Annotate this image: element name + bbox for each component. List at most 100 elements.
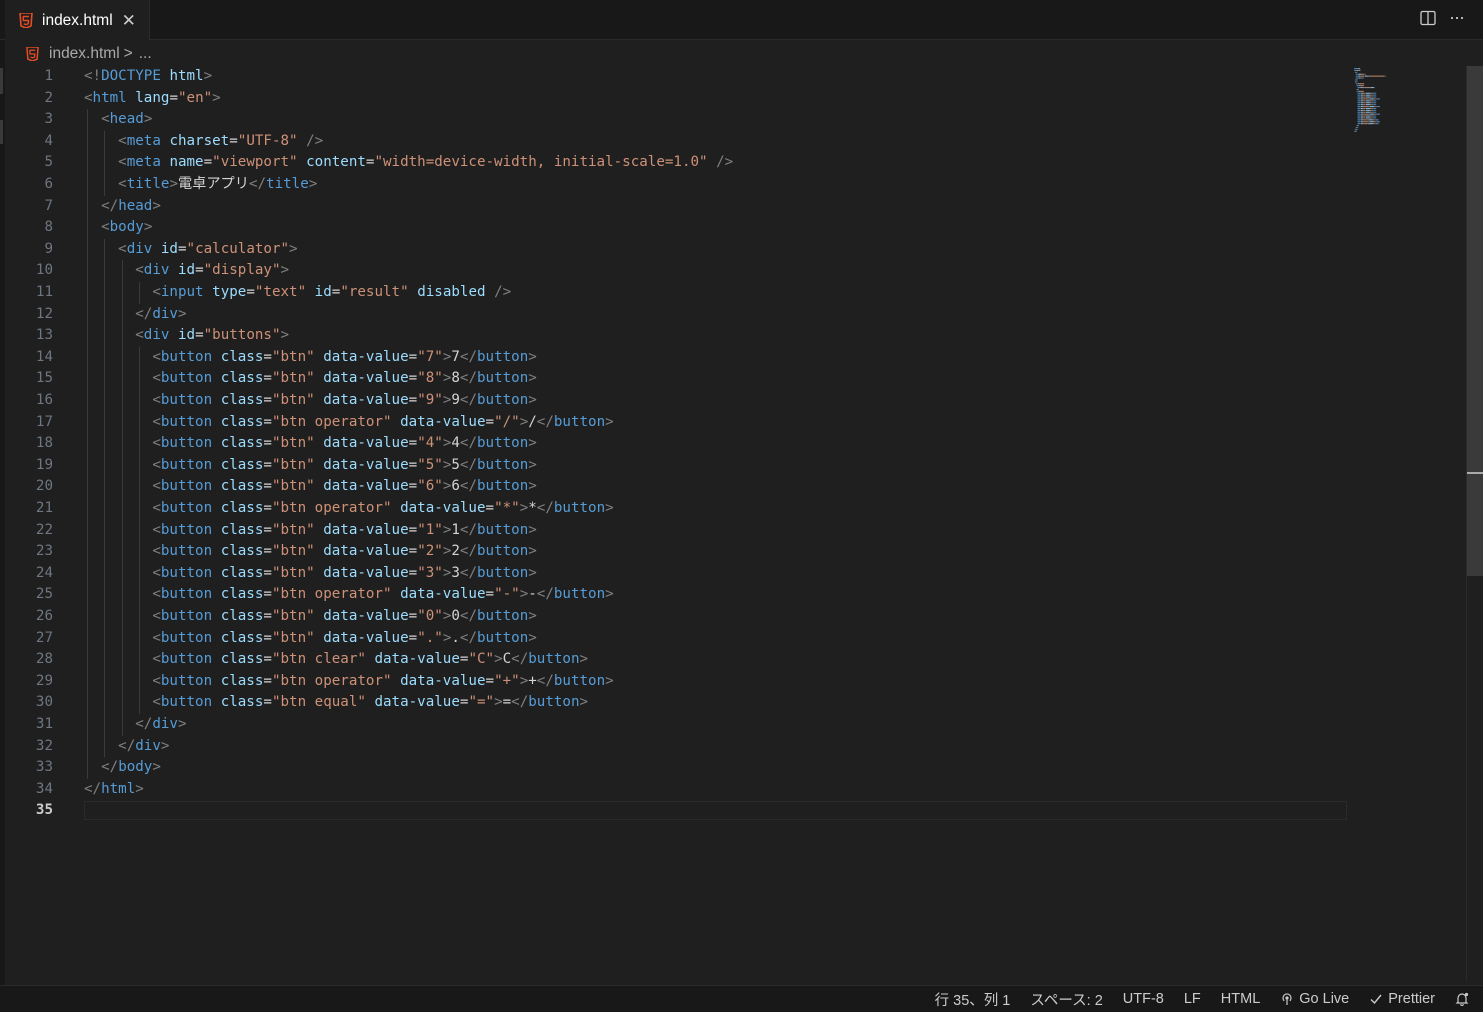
minimap-token xyxy=(1356,126,1358,128)
code-token: class xyxy=(220,608,264,624)
code-line[interactable]: 30 <button class="btn equal" data-value=… xyxy=(5,692,1465,714)
code-line[interactable]: 2 <html lang="en"> xyxy=(5,88,1465,110)
code-line[interactable]: 13 <div id="buttons"> xyxy=(5,325,1465,347)
code-token: > xyxy=(605,413,614,430)
code-line[interactable]: 28 <button class="btn clear" data-value=… xyxy=(5,649,1465,671)
code-token: > xyxy=(519,413,529,430)
code-token: . xyxy=(451,629,460,646)
code-line[interactable]: 1 <!DOCTYPE html> xyxy=(5,66,1465,88)
code-token: > xyxy=(289,240,298,257)
code-line[interactable]: 17 <button class="btn operator" data-val… xyxy=(5,411,1465,434)
line-number: 1 xyxy=(44,68,53,84)
code-line[interactable]: 15 <button class="btn" data-value="8">8<… xyxy=(5,368,1465,390)
code-line[interactable]: 34 </html> xyxy=(5,779,1465,801)
code-line[interactable]: 5 <meta name="viewport" content="width=d… xyxy=(5,152,1465,174)
code-text: <html lang="en"> xyxy=(84,88,221,110)
code-line[interactable]: 8 <body> xyxy=(5,217,1465,239)
code-token: content xyxy=(306,154,366,171)
scrollbar-thumb[interactable] xyxy=(1467,66,1483,576)
minimap-token xyxy=(1374,106,1376,108)
minimap-token xyxy=(1365,94,1370,96)
code-token: button xyxy=(160,672,213,689)
tab-index-html[interactable]: index.html ✕ xyxy=(5,0,150,40)
code-token: data-value xyxy=(400,500,486,516)
code-line[interactable]: 7 </head> xyxy=(5,195,1465,218)
vertical-scrollbar[interactable] xyxy=(1466,66,1483,981)
code-line[interactable]: 22 <button class="btn" data-value="1">1<… xyxy=(5,519,1465,542)
code-token: button xyxy=(477,370,529,387)
minimap-token xyxy=(1357,96,1361,98)
code-token: "1" xyxy=(417,521,443,538)
minimap-token xyxy=(1372,102,1374,104)
code-line[interactable]: 14 <button class="btn" data-value="7">7<… xyxy=(5,346,1465,369)
prettier-button[interactable]: Prettier xyxy=(1369,991,1435,1007)
go-live-button[interactable]: Go Live xyxy=(1280,991,1349,1007)
code-line[interactable]: 31 </div> xyxy=(5,714,1465,736)
language-mode[interactable]: HTML xyxy=(1221,991,1260,1007)
code-line[interactable]: 18 <button class="btn" data-value="4">4<… xyxy=(5,433,1465,455)
code-token: = xyxy=(177,240,187,257)
cursor-position[interactable]: 行 35、列 1 xyxy=(935,989,1011,1010)
code-line[interactable]: 20 <button class="btn" data-value="6">6<… xyxy=(5,476,1465,498)
more-actions-icon[interactable]: ··· xyxy=(1449,8,1467,28)
code-line[interactable]: 35 xyxy=(5,800,1465,822)
code-line[interactable]: 6 <title>電卓アプリ</title> xyxy=(5,174,1465,196)
code-token: > xyxy=(143,111,153,128)
minimap-token xyxy=(1355,81,1357,83)
code-token: title xyxy=(266,176,309,192)
code-line[interactable]: 23 <button class="btn" data-value="2">2<… xyxy=(5,541,1465,563)
code-token: > xyxy=(605,500,614,516)
indentation[interactable]: スペース: 2 xyxy=(1030,989,1102,1010)
code-line[interactable]: 29 <button class="btn operator" data-val… xyxy=(5,670,1465,693)
close-icon[interactable]: ✕ xyxy=(122,12,136,29)
minimap-token xyxy=(1376,98,1378,100)
code-text: <div id="calculator"> xyxy=(84,239,298,261)
code-line[interactable]: 11 <input type="text" id="result" disabl… xyxy=(5,282,1465,304)
code-line[interactable]: 4 <meta charset="UTF-8" /> xyxy=(5,130,1465,153)
code-token: name xyxy=(169,154,204,171)
code-editor[interactable]: 1 <!DOCTYPE html> 2 <html lang="en"> 3 <head… xyxy=(5,66,1465,981)
code-token: "6" xyxy=(417,478,443,495)
notifications-button[interactable] xyxy=(1455,992,1469,1006)
code-token: = xyxy=(263,586,272,603)
code-token: = xyxy=(263,694,272,711)
minimap-token xyxy=(1363,113,1370,115)
end-of-line[interactable]: LF xyxy=(1184,991,1201,1007)
code-token: </ xyxy=(84,780,102,797)
code-line[interactable]: 9 <div id="calculator"> xyxy=(5,238,1465,261)
code-token: = xyxy=(195,327,204,344)
code-line[interactable]: 3 <head> xyxy=(5,109,1465,131)
code-token: "calculator" xyxy=(186,240,290,257)
minimap-token xyxy=(1363,107,1366,109)
breadcrumb-symbols[interactable]: ... xyxy=(139,45,152,63)
minimap-token xyxy=(1363,123,1368,125)
minimap-token xyxy=(1375,119,1379,121)
minimap-token xyxy=(1357,100,1361,102)
minimap[interactable] xyxy=(1352,66,1442,136)
code-line[interactable]: 26 <button class="btn" data-value="0">0<… xyxy=(5,606,1465,628)
split-editor-icon[interactable] xyxy=(1419,8,1437,28)
breadcrumb-file[interactable]: index.html xyxy=(49,45,120,63)
minimap-token xyxy=(1358,73,1362,75)
code-line[interactable]: 32 </div> xyxy=(5,735,1465,758)
broadcast-icon xyxy=(1282,993,1292,1005)
code-line[interactable]: 27 <button class="btn" data-value=".">.<… xyxy=(5,627,1465,650)
code-line[interactable]: 10 <div id="display"> xyxy=(5,260,1465,282)
code-line[interactable]: 12 </div> xyxy=(5,303,1465,326)
code-line[interactable]: 33 </body> xyxy=(5,757,1465,779)
code-line[interactable]: 21 <button class="btn operator" data-val… xyxy=(5,498,1465,520)
code-text: <button class="btn" data-value="6">6</bu… xyxy=(84,476,536,498)
code-line[interactable]: 19 <button class="btn" data-value="5">5<… xyxy=(5,454,1465,477)
minimap-token xyxy=(1370,111,1372,113)
code-line[interactable]: 16 <button class="btn" data-value="9">9<… xyxy=(5,390,1465,412)
encoding[interactable]: UTF-8 xyxy=(1123,991,1164,1007)
code-line[interactable]: 24 <button class="btn" data-value="3">3<… xyxy=(5,562,1465,585)
code-line[interactable]: 25 <button class="btn operator" data-val… xyxy=(5,584,1465,606)
